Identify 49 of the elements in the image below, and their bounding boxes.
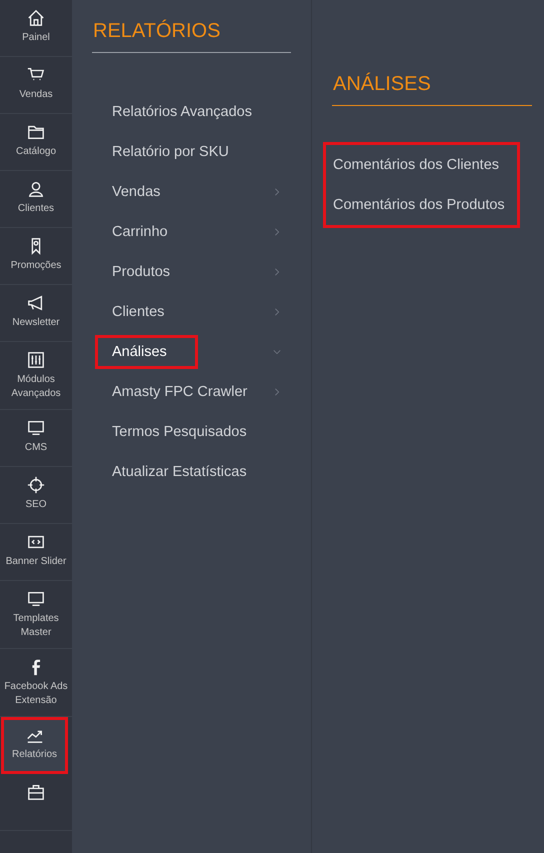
- monitor-icon: [27, 419, 45, 437]
- sidebar-label: Newsletter: [11, 316, 61, 330]
- code-icon: [27, 533, 45, 551]
- sidebar-item[interactable]: SEO: [0, 467, 72, 524]
- monitor-icon: [27, 590, 45, 608]
- person-icon: [27, 180, 45, 198]
- menu-item[interactable]: Relatórios Avançados: [112, 104, 252, 120]
- sidebar-label: Templates Master: [12, 612, 60, 640]
- sidebar-item[interactable]: Painel: [0, 0, 72, 57]
- folder-icon: [27, 123, 45, 141]
- menu-item[interactable]: Amasty FPC Crawler: [112, 384, 248, 400]
- sidebar-item[interactable]: Clientes: [0, 171, 72, 228]
- sidebar-label: Promoções: [10, 259, 62, 273]
- sidebar-label: Clientes: [16, 202, 56, 216]
- sidebar-label: Facebook Ads Extensão: [3, 680, 69, 708]
- sidebar-item[interactable]: Banner Slider: [0, 524, 72, 581]
- sidebar-label: Relatórios: [10, 748, 58, 762]
- menu-item[interactable]: Atualizar Estatísticas: [112, 464, 247, 480]
- sidebar-label: Módulos Avançados: [10, 373, 62, 401]
- menu-title: RELATÓRIOS: [93, 19, 222, 43]
- sidebar-item[interactable]: Relatórios: [1, 717, 68, 774]
- sidebar-item[interactable]: Promoções: [0, 228, 72, 285]
- submenu-item[interactable]: Comentários dos Clientes: [333, 154, 505, 176]
- menu-item[interactable]: Análises: [95, 335, 198, 369]
- sidebar-item[interactable]: Módulos Avançados: [0, 342, 72, 410]
- menu-item[interactable]: Relatório por SKU: [112, 144, 229, 160]
- sidebar-label: CMS: [24, 441, 48, 455]
- sidebar-label: SEO: [24, 498, 48, 512]
- sidebar-label: Banner Slider: [4, 555, 68, 569]
- sidebar-item[interactable]: Vendas: [0, 57, 72, 114]
- menu-item[interactable]: Vendas: [112, 184, 160, 200]
- megaphone-icon: [27, 294, 45, 312]
- sidebar-label: Catálogo: [14, 145, 58, 159]
- submenu-title: ANÁLISES: [333, 72, 432, 96]
- sliders-icon: [27, 351, 45, 369]
- sidebar-item[interactable]: Catálogo: [0, 114, 72, 171]
- submenu-item[interactable]: Comentários dos Produtos: [333, 194, 505, 216]
- sidebar-label: Vendas: [18, 88, 54, 102]
- crosshair-icon: [27, 476, 45, 494]
- menu-item[interactable]: Carrinho: [112, 224, 168, 240]
- sidebar-label: Painel: [21, 31, 51, 45]
- briefcase-icon: [27, 783, 45, 801]
- sidebar-item[interactable]: CMS: [0, 410, 72, 467]
- home-icon: [27, 9, 45, 27]
- sidebar-item[interactable]: Newsletter: [0, 285, 72, 342]
- sidebar-item[interactable]: Templates Master: [0, 581, 72, 649]
- menu-item[interactable]: Clientes: [112, 304, 164, 320]
- menu-item[interactable]: Produtos: [112, 264, 170, 280]
- menu-item[interactable]: Termos Pesquisados: [112, 424, 247, 440]
